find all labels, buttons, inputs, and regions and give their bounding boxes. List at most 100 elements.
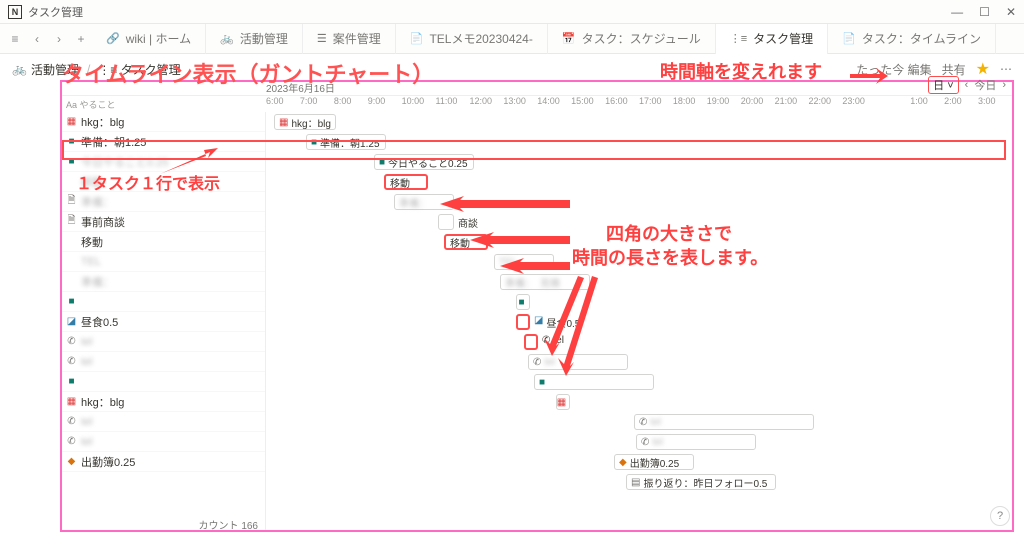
- hour-tick: 18:00: [673, 96, 707, 112]
- bar-icon: ✆: [639, 417, 647, 428]
- sidebar-toggle[interactable]: ≡: [4, 28, 26, 50]
- bar-label: 移動: [390, 175, 410, 190]
- task-row[interactable]: 移動: [60, 232, 265, 252]
- axis-unit-select[interactable]: 日 ˅: [928, 76, 958, 94]
- axis-prev[interactable]: ‹: [965, 79, 969, 91]
- gantt-bar[interactable]: ■: [516, 294, 530, 310]
- task-row[interactable]: ✆tel: [60, 412, 265, 432]
- task-icon: ▦: [66, 116, 77, 127]
- share-button[interactable]: 共有: [942, 61, 966, 78]
- task-icon: ■: [66, 136, 77, 147]
- gantt-bar[interactable]: ■: [534, 374, 654, 390]
- count-footer: カウント 166: [60, 517, 266, 532]
- gantt-bar[interactable]: ◆出勤簿0.25: [614, 454, 694, 470]
- gantt-bar[interactable]: [438, 214, 454, 230]
- gantt-bar[interactable]: 移動: [384, 174, 428, 190]
- bar-icon: ▦: [279, 117, 288, 128]
- task-row[interactable]: ✆tel: [60, 352, 265, 372]
- bar-label: 準備：朝1.25: [320, 135, 379, 150]
- task-icon: [66, 256, 77, 267]
- app-icon: N: [8, 5, 22, 19]
- task-label: 今日やること0.25: [81, 154, 168, 170]
- date-header: 2023年6月16日: [60, 80, 1012, 96]
- gantt-bar[interactable]: ■準備：朝1.25: [306, 134, 386, 150]
- task-row[interactable]: ▦hkg：blg: [60, 392, 265, 412]
- tab-5[interactable]: ⋮≡タスク管理: [716, 24, 828, 54]
- task-row[interactable]: ◆出勤簿0.25: [60, 452, 265, 472]
- tab-label: 活動管理: [240, 30, 288, 47]
- hour-tick: 7:00: [300, 96, 334, 112]
- task-label: 準備：朝1.25: [81, 134, 146, 150]
- tab-bar: ≡ ‹ › + 🔗wiki | ホーム 🚲 活動管理 ☰ 案件管理 📄 TELメモ20230…: [0, 24, 1024, 54]
- tab-3[interactable]: 📄 TELメモ20230424-: [396, 24, 548, 54]
- task-row[interactable]: ✆tel: [60, 432, 265, 452]
- nav-back[interactable]: ‹: [26, 28, 48, 50]
- gantt-bar[interactable]: ▦hkg：blg: [274, 114, 336, 130]
- task-icon: ✆: [66, 356, 77, 367]
- tab-label: タスク管理: [753, 30, 813, 47]
- gantt-bar[interactable]: [524, 334, 538, 350]
- gantt-bar[interactable]: ▤振り返り：昨日フォロー0.5: [626, 474, 776, 490]
- task-row[interactable]: 準備：: [60, 272, 265, 292]
- window-maximize[interactable]: ☐: [979, 5, 990, 19]
- gantt-bar[interactable]: ✆tel: [528, 354, 628, 370]
- gantt-bar[interactable]: ✆tel: [636, 434, 756, 450]
- task-row[interactable]: ■ 準備：朝1.25: [60, 132, 265, 152]
- task-icon: ◪: [66, 316, 77, 327]
- tab-4[interactable]: 📅タスク：スケジュール: [548, 24, 716, 54]
- tab-icon: ☰: [317, 32, 327, 45]
- gantt-bar[interactable]: ■今日やること0.25: [374, 154, 474, 170]
- breadcrumb-root[interactable]: 🚲 活動管理: [12, 61, 79, 78]
- help-button[interactable]: ?: [990, 506, 1010, 526]
- window-minimize[interactable]: —: [951, 5, 963, 19]
- tab-2[interactable]: ☰ 案件管理: [303, 24, 396, 54]
- task-row[interactable]: ▦hkg：blg: [60, 112, 265, 132]
- task-icon: 🗎: [66, 196, 77, 207]
- axis-next[interactable]: ›: [1002, 79, 1006, 91]
- tab-1[interactable]: 🚲 活動管理: [206, 24, 303, 54]
- gantt-bar[interactable]: ▦: [556, 394, 570, 410]
- gantt-bar[interactable]: [516, 314, 530, 330]
- bar-trailing-label: 商談: [458, 215, 478, 230]
- task-list: ▦hkg：blg■準備：朝1.25■今日やること0.25移動🗎準備：🗎事前商談移…: [60, 112, 266, 532]
- tab-label: タスク：タイムライン: [862, 30, 981, 47]
- breadcrumb-current[interactable]: ⋮≡ タスク管理: [98, 61, 180, 78]
- bar-label: 準備：: [399, 195, 429, 210]
- tab-0[interactable]: 🔗wiki | ホーム: [92, 24, 206, 54]
- hour-tick: 8:00: [334, 96, 368, 112]
- more-button[interactable]: ⋯: [1000, 62, 1012, 76]
- task-row[interactable]: ■: [60, 372, 265, 392]
- gantt-bar[interactable]: TEL: [494, 254, 554, 270]
- bar-label: 準備： 見積: [505, 275, 560, 290]
- axis-today[interactable]: 今日: [974, 77, 996, 93]
- gantt-bar[interactable]: 準備： 見積: [500, 274, 590, 290]
- task-icon: ■: [66, 156, 77, 167]
- tab-icon: 📄: [410, 32, 424, 45]
- tab-label: TELメモ20230424-: [429, 30, 532, 47]
- task-row[interactable]: TEL: [60, 252, 265, 272]
- task-row[interactable]: ◪ 昼食0.5: [60, 312, 265, 332]
- task-label: tel: [81, 416, 93, 428]
- nav-new-tab[interactable]: +: [70, 28, 92, 50]
- tab-6[interactable]: 📄タスク：タイムライン: [828, 24, 996, 54]
- tab-icon: 🚲: [220, 32, 234, 45]
- window-close[interactable]: ✕: [1006, 5, 1016, 19]
- task-row[interactable]: 🗎事前商談: [60, 212, 265, 232]
- bar-icon: ■: [379, 157, 385, 168]
- gantt-bar[interactable]: 移動: [444, 234, 488, 250]
- task-row[interactable]: 移動: [60, 172, 265, 192]
- task-row[interactable]: 🗎準備：: [60, 192, 265, 212]
- task-label: 昼食0.5: [81, 314, 118, 330]
- task-row[interactable]: ■ 今日やること0.25: [60, 152, 265, 172]
- hour-tick: 12:00: [469, 96, 503, 112]
- gantt-bar[interactable]: 準備：: [394, 194, 454, 210]
- tab-label: 案件管理: [333, 30, 381, 47]
- task-icon: ■: [66, 376, 77, 387]
- nav-forward[interactable]: ›: [48, 28, 70, 50]
- task-icon: ◆: [66, 456, 77, 467]
- bar-icon: ■: [539, 377, 545, 388]
- task-row[interactable]: ■: [60, 292, 265, 312]
- gantt-bar[interactable]: ✆tel: [634, 414, 814, 430]
- task-row[interactable]: ✆tel: [60, 332, 265, 352]
- task-icon: [66, 176, 77, 187]
